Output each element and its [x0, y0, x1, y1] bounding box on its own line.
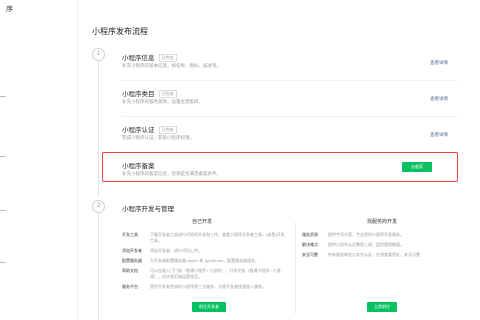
- sidebar-marker: [0, 156, 6, 157]
- status-badge: 已完成: [158, 54, 177, 63]
- card-title: 小程序信息 已完成: [122, 52, 177, 63]
- row-text: 为开发者配置服务器 AppID 和 AppSecret，配置服务器域名。: [150, 258, 260, 263]
- sidebar-marker: [0, 96, 6, 97]
- step-connector: [98, 61, 99, 197]
- card-info: 小程序信息 已完成 补充小程序的基本信息，如名称、图标、描述等。 查看详情: [122, 52, 458, 80]
- go-filing-button[interactable]: 去备案: [402, 162, 432, 172]
- go-now-button[interactable]: 立即前往: [367, 302, 397, 312]
- sidebar: 序: [0, 0, 78, 320]
- row-label: 服务平台: [122, 284, 138, 289]
- view-details-link[interactable]: 查看详情: [430, 60, 448, 66]
- card-desc: 补充小程序的服务类目，设置主营类目。: [122, 99, 203, 104]
- card-desc: 补充小程序的备案信息，检测是否满足备案条件。: [122, 171, 221, 176]
- row-text: 提供小程序认证整理上线，监控管理数据。: [328, 242, 404, 247]
- self-dev-title: 自己开发: [192, 219, 213, 225]
- main-content: 小程序发布流程 1 小程序信息 已完成 补充小程序的基本信息，如名称、图标、描述等…: [84, 0, 474, 320]
- row-text: 提供专项方案，专业提供小程序开发服务。: [328, 232, 404, 237]
- status-badge: 已完成: [158, 90, 177, 99]
- page-title: 小程序发布流程: [92, 27, 148, 36]
- card-desc: 完成小程序认证，获取小程序权限。: [122, 135, 194, 140]
- divider: [122, 116, 458, 117]
- sidebar-title: 序: [6, 6, 13, 13]
- row-label: 服务资源: [302, 232, 318, 237]
- row-label: 开发工具: [122, 232, 138, 237]
- sidebar-marker: [0, 262, 6, 263]
- step-2-indicator: 2: [92, 200, 105, 213]
- go-develop-button[interactable]: 前往开发者: [192, 302, 226, 312]
- row-text: 所有服务商经过实名认证，在线查看验证，安全可靠: [328, 252, 420, 257]
- row-label: 解决难点: [302, 242, 318, 247]
- card-title: 小程序认证 已完成: [122, 124, 177, 135]
- card-verification: 小程序认证 已完成 完成小程序认证，获取小程序权限。 查看详情: [122, 124, 458, 152]
- view-details-link[interactable]: 查看详情: [430, 132, 448, 138]
- row-label: 配置服务器: [122, 258, 142, 263]
- row-label: 添加开发者: [122, 248, 142, 253]
- card-category: 小程序类目 已完成 补充小程序的服务类目，设置主营类目。 查看详情: [122, 88, 458, 116]
- row-text: 添加开发者，进行代码上传。: [150, 248, 202, 253]
- row-label: 帮助文档: [122, 268, 138, 273]
- sidebar-marker: [0, 210, 6, 211]
- step-connector: [98, 213, 99, 320]
- card-desc: 补充小程序的基本信息，如名称、图标、描述等。: [122, 63, 221, 68]
- dev-section-title: 小程序开发与管理: [122, 206, 174, 213]
- dev-options: 自己开发 找服务商开发 开发工具 下载开发者工具进行代码的开发和上传，查看小程序…: [122, 218, 468, 318]
- row-text: 可以在接入门门指（普通小程序 / 小游戏），开发文档（普通小程序 / 小游戏），…: [150, 268, 281, 279]
- card-title: 小程序备案: [122, 163, 155, 170]
- step-1-indicator: 1: [92, 48, 105, 61]
- column-divider: [295, 222, 296, 314]
- view-details-link[interactable]: 查看详情: [430, 96, 448, 102]
- status-badge: 已完成: [158, 126, 177, 135]
- row-text: 下载开发者工具进行代码的开发和上传，查看小程序开发者工具，(或是)开发工具。: [150, 232, 285, 243]
- provider-dev-title: 找服务商开发: [367, 219, 398, 225]
- app-root: 序 小程序发布流程 1 小程序信息 已完成 补充小程序的基本信息，如名称、图标、描…: [0, 0, 480, 320]
- row-text: 提供开发者完成的小程序第三方服务，方便开发者快速接入服务。: [150, 284, 266, 289]
- divider: [122, 80, 458, 81]
- card-title: 小程序类目 已完成: [122, 88, 177, 99]
- row-label: 安全可靠: [302, 252, 318, 257]
